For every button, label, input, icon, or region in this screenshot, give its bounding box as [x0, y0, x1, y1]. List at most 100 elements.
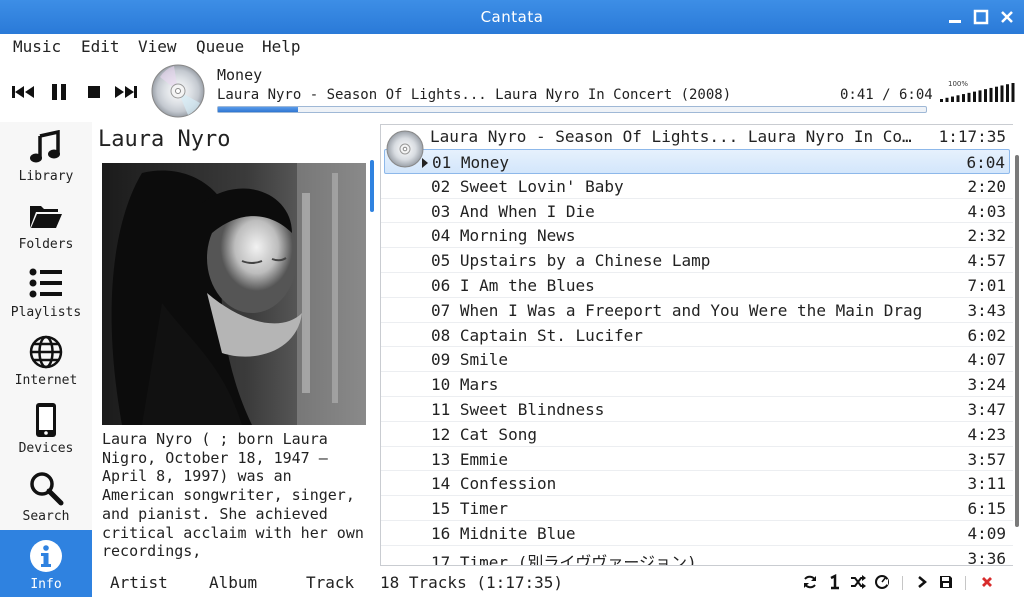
volume-slider[interactable]: [938, 82, 1018, 102]
album-cover-icon[interactable]: [150, 63, 206, 119]
now-playing-subtitle: Laura Nyro - Season Of Lights... Laura N…: [217, 87, 732, 103]
sidebar-item-library[interactable]: Library: [0, 122, 92, 190]
track-title: 08 Captain St. Lucifer: [431, 325, 643, 345]
queue-scrollbar[interactable]: [1015, 155, 1019, 527]
track-duration: 4:57: [967, 251, 1006, 271]
track-row[interactable]: 10 Mars 3:24: [381, 372, 1013, 397]
now-playing-time: 0:41 / 6:04: [840, 87, 933, 103]
pause-icon[interactable]: [45, 80, 73, 104]
save-icon[interactable]: [938, 574, 954, 590]
queue-album-header[interactable]: Laura Nyro - Season Of Lights... Laura N…: [381, 125, 1013, 168]
track-duration: 6:04: [966, 153, 1005, 172]
track-duration: 7:01: [967, 275, 1006, 295]
volume-bar: [951, 96, 954, 102]
info-tabs: Artist Album Track: [92, 568, 377, 597]
track-title: 06 I Am the Blues: [431, 275, 595, 295]
queue-album-title: Laura Nyro - Season Of Lights... Laura N…: [430, 127, 912, 146]
track-title: 13 Emmie: [431, 449, 509, 469]
track-row[interactable]: 14 Confession 3:11: [381, 471, 1013, 497]
track-title: 12 Cat Song: [431, 424, 537, 444]
stop-icon[interactable]: [80, 80, 108, 104]
menu-edit[interactable]: Edit: [81, 37, 120, 56]
clear-queue-icon[interactable]: [979, 574, 995, 590]
volume-bar: [984, 89, 987, 102]
track-row[interactable]: 08 Captain St. Lucifer 6:02: [381, 323, 1013, 348]
track-row[interactable]: 12 Cat Song 4:23: [381, 422, 1013, 447]
track-row[interactable]: 15 Timer 6:15: [381, 496, 1013, 521]
volume-bar: [940, 99, 943, 102]
sidebar-item-label: Search: [22, 509, 70, 524]
track-duration: 3:43: [967, 300, 1006, 320]
track-duration: 4:09: [967, 523, 1006, 543]
track-duration: 3:24: [967, 375, 1006, 395]
track-duration: 2:20: [967, 176, 1006, 196]
volume-bar: [995, 86, 998, 102]
info-icon: [28, 538, 64, 574]
menu-view[interactable]: View: [138, 37, 177, 56]
title-bar: Cantata: [0, 0, 1024, 34]
next-track-icon[interactable]: [111, 80, 139, 104]
sidebar-item-info[interactable]: Info: [0, 530, 92, 597]
close-icon[interactable]: [997, 7, 1017, 27]
track-row[interactable]: 11 Sweet Blindness 3:47: [381, 397, 1013, 422]
track-title: 07 When I Was a Freeport and You Were th…: [431, 300, 923, 320]
track-row[interactable]: 03 And When I Die 4:03: [381, 199, 1013, 224]
repeat-icon[interactable]: [802, 574, 818, 590]
sidebar-item-search[interactable]: Search: [0, 462, 92, 530]
menu-music[interactable]: Music: [13, 37, 61, 56]
maximize-icon[interactable]: [971, 7, 991, 27]
track-title: 14 Confession: [431, 474, 557, 494]
folder-icon: [28, 198, 64, 234]
tab-artist[interactable]: Artist: [110, 573, 168, 592]
minimize-icon[interactable]: [945, 7, 965, 27]
track-row[interactable]: 13 Emmie 3:57: [381, 447, 1013, 472]
menu-help[interactable]: Help: [262, 37, 301, 56]
track-row[interactable]: 02 Sweet Lovin' Baby 2:20: [381, 174, 1013, 199]
track-duration: 3:47: [967, 399, 1006, 419]
track-duration: 4:07: [967, 350, 1006, 370]
tab-album[interactable]: Album: [209, 573, 257, 592]
position-slider-fill: [218, 107, 298, 112]
sidebar-item-internet[interactable]: Internet: [0, 326, 92, 394]
search-icon: [28, 470, 64, 506]
sidebar-item-folders[interactable]: Folders: [0, 190, 92, 258]
sidebar-item-playlists[interactable]: Playlists: [0, 258, 92, 326]
track-title: 02 Sweet Lovin' Baby: [431, 176, 624, 196]
sidebar-item-label: Library: [18, 169, 74, 184]
track-duration: 4:03: [967, 201, 1006, 221]
track-duration: 6:15: [967, 499, 1006, 519]
track-duration: 3:57: [967, 449, 1006, 469]
track-title: 01 Money: [432, 153, 510, 172]
track-row[interactable]: 05 Upstairs by a Chinese Lamp 4:57: [381, 248, 1013, 273]
single-icon[interactable]: [826, 573, 842, 590]
music-note-icon: [28, 129, 64, 166]
track-row[interactable]: 17 Timer (別ライヴヴァージョン) 3:36: [381, 546, 1013, 566]
cd-icon: [385, 129, 425, 169]
artist-bio: Laura Nyro ( ; born Laura Nigro, October…: [102, 430, 364, 561]
shuffle-icon[interactable]: [850, 574, 866, 590]
track-title: 03 And When I Die: [431, 201, 595, 221]
volume-bar: [978, 90, 982, 102]
volume-bar: [945, 97, 949, 102]
info-scrollbar[interactable]: [370, 160, 374, 212]
chevron-right-icon[interactable]: [914, 574, 930, 590]
menu-queue[interactable]: Queue: [196, 37, 244, 56]
position-slider[interactable]: [217, 106, 927, 113]
previous-track-icon[interactable]: [10, 80, 38, 104]
sidebar-item-label: Internet: [14, 373, 78, 388]
track-row[interactable]: 06 I Am the Blues 7:01: [381, 273, 1013, 298]
track-row[interactable]: 16 Midnite Blue 4:09: [381, 521, 1013, 546]
track-row[interactable]: 04 Morning News 2:32: [381, 223, 1013, 249]
sidebar-item-devices[interactable]: Devices: [0, 394, 92, 462]
volume-bar: [1011, 83, 1015, 102]
sidebar-item-label: Playlists: [10, 305, 82, 320]
track-row[interactable]: 09 Smile 4:07: [381, 347, 1013, 373]
tab-track[interactable]: Track: [306, 573, 354, 592]
volume-bar: [956, 95, 960, 102]
info-pane: Laura Nyro Laura Nyro (; born Laura Nig…: [92, 122, 377, 567]
sidebar-item-label: Info: [30, 577, 62, 592]
track-duration: 3:36: [967, 548, 1006, 566]
consume-icon[interactable]: [874, 574, 890, 590]
track-row[interactable]: 01 Money 6:04: [384, 149, 1010, 174]
track-row[interactable]: 07 When I Was a Freeport and You Were th…: [381, 298, 1013, 323]
